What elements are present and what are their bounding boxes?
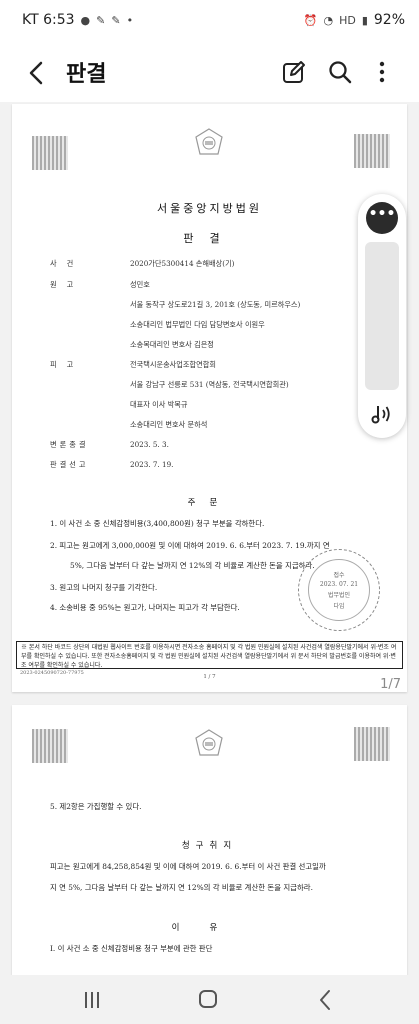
case-label: 사건 [50, 259, 84, 268]
document-page-2[interactable]: 5. 제2항은 가집행할 수 있다. 청구취지 피고는 원고에게 84,258,… [12, 705, 407, 975]
order-line-2: 2. 피고는 원고에게 3,000,000원 및 이에 대하여 2019. 6.… [50, 541, 330, 550]
more-button[interactable] [368, 58, 396, 86]
pen-icon: ✎ [96, 13, 106, 27]
edit-icon [283, 61, 305, 83]
receipt-seal: 접수 2023. 07. 21 법무법인 다임 [298, 549, 380, 631]
status-left: KT 6:53 ● ✎ ✎ • [22, 12, 133, 28]
order-line-5: 5. 제2항은 가집행할 수 있다. [50, 802, 142, 811]
alarm-icon: ⏰ [303, 13, 318, 27]
court-name: 서울중앙지방법원 [157, 202, 262, 215]
carrier-time: KT 6:53 [22, 12, 75, 28]
home-button[interactable] [194, 987, 222, 1013]
court-emblem-icon [195, 729, 223, 756]
recent-apps-icon [85, 992, 99, 1008]
kakaotalk-icon: ● [80, 13, 91, 27]
toolbar-slider-track[interactable] [365, 242, 399, 390]
hearing-closed-date: 2023. 5. 3. [130, 440, 169, 449]
reason-line-1: I. 이 사건 소 중 신체감정비용 청구 부분에 관한 판단 [50, 944, 213, 953]
page-footer-number: 1 / 7 [203, 674, 216, 680]
verification-notice: ※ 본서 하단 바코드 상단의 대법원 웹사이트 번호를 이용하시면 전자소송 … [16, 641, 403, 669]
judgment-date: 2023. 7. 19. [130, 460, 174, 469]
page-title: 판결 [66, 62, 107, 87]
plaintiff-label: 원고 [50, 280, 84, 289]
court-emblem-icon [195, 128, 223, 155]
defendant-attorney: 소송대리인 변호사 문하석 [130, 420, 208, 429]
judgment-date-label: 판결선고 [50, 460, 89, 469]
audio-read-icon [371, 406, 390, 424]
search-button[interactable] [326, 58, 354, 86]
seal-line-3: 법무법인 [327, 592, 351, 599]
order-line-2-cont: 5%, 그다음 날부터 다 갚는 날까지 연 12%의 각 비율로 계산한 돈을… [70, 561, 315, 570]
status-bar: KT 6:53 ● ✎ ✎ • ⏰ ◔ HD ▮ 92% [0, 0, 419, 44]
hd-icon: HD [339, 13, 356, 27]
edit-button[interactable] [280, 58, 308, 86]
defendant-address: 서울 강남구 선릉로 531 (역삼동, 전국택시연합회관) [130, 380, 289, 389]
battery-percent: 92% [373, 12, 405, 28]
defendant-value: 전국택시운송사업조합연합회 [130, 360, 216, 369]
app-bar: 판결 [0, 44, 419, 102]
nav-back-button[interactable] [312, 987, 340, 1013]
claim-line-2: 지 연 5%, 그다음 날부터 다 갚는 날까지 연 12%의 각 비율로 계산… [50, 883, 313, 892]
seal-line-1: 접수 [333, 572, 345, 579]
barcode-right [354, 134, 390, 168]
status-right: ⏰ ◔ HD ▮ 92% [304, 12, 405, 28]
signal-icon: ▮ [361, 13, 368, 27]
barcode-left [32, 729, 68, 763]
seal-line-4: 다임 [333, 603, 345, 610]
document-type: 판결 [183, 232, 236, 245]
audio-read-button[interactable] [368, 400, 396, 428]
seal-line-2: 2023. 07. 21 [319, 581, 359, 588]
order-title: 주문 [187, 498, 232, 508]
barcode-right [354, 727, 390, 761]
chevron-left-icon [29, 61, 43, 85]
search-icon [329, 61, 352, 84]
case-value: 2020가단5300414 손해배상(기) [130, 259, 235, 268]
plaintiff-value: 성민호 [130, 280, 150, 289]
plaintiff-address: 서울 동작구 상도로21길 3, 201호 (상도동, 미르하우스) [130, 300, 301, 309]
order-line-3: 3. 원고의 나머지 청구를 기각한다. [50, 583, 158, 592]
document-page-1[interactable]: 서울중앙지방법원 판결 사건 2020가단5300414 손해배상(기) 원고 … [12, 104, 407, 692]
hearing-closed-label: 변론종결 [50, 440, 89, 449]
system-nav-bar [0, 975, 419, 1024]
pen-icon: ✎ [111, 13, 121, 27]
reason-title: 이유 [171, 923, 248, 933]
floating-toolbar: ••• [358, 194, 406, 438]
defendant-representative: 대표자 이사 박복규 [130, 400, 188, 409]
more-horizontal-icon[interactable]: ••• [366, 202, 398, 234]
plaintiff-attorney: 소송대리인 법무법인 다임 담당변호사 이원우 [130, 320, 265, 329]
order-line-4: 4. 소송비용 중 95%는 원고가, 나머지는 피고가 각 부담한다. [50, 603, 240, 612]
claim-line-1: 피고는 원고에게 84,258,854원 및 이에 대하여 2019. 6. 6… [50, 862, 326, 871]
home-icon [199, 990, 217, 1008]
wifi-icon: ◔ [323, 13, 334, 27]
page-indicator: 1/7 [380, 677, 401, 692]
more-vertical-icon [379, 61, 385, 83]
back-icon [320, 990, 330, 1010]
dot-icon: • [126, 13, 134, 27]
defendant-label: 피고 [50, 360, 84, 369]
recent-apps-button[interactable] [78, 987, 106, 1013]
plaintiff-sub-attorney: 소송복대리인 변호사 김은정 [130, 340, 214, 349]
barcode-left [32, 136, 68, 170]
order-line-1: 1. 이 사건 소 중 신체감정비용(3,400,800원) 청구 부분을 각하… [50, 519, 265, 528]
claim-title: 청구취지 [181, 841, 238, 851]
back-button[interactable] [22, 58, 52, 88]
receipt-seal-inner: 접수 2023. 07. 21 법무법인 다임 [308, 559, 370, 621]
